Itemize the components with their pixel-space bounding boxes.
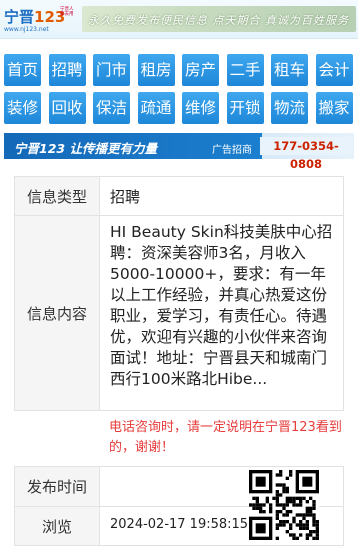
nav-row1-item-7[interactable]: 会计	[315, 54, 353, 86]
nav-row1-item-4[interactable]: 房产	[182, 54, 219, 86]
contact-tip: 电话咨询时，请一定说明在宁晋123看到的，谢谢！	[109, 420, 342, 455]
qr-code-icon	[249, 470, 319, 540]
nav-row2-item-4[interactable]: 维修	[182, 92, 219, 124]
publish-label: 发布时间	[15, 467, 100, 506]
nav-row1-item-1[interactable]: 招聘	[48, 54, 86, 86]
nav-row2-item-7[interactable]: 搬家	[315, 92, 353, 124]
logo-slogan: 宁晋人 都去用	[60, 7, 74, 17]
nav-row2-item-2[interactable]: 保洁	[93, 92, 130, 124]
views-label: 浏览	[15, 507, 100, 545]
content-label: 信息内容	[15, 216, 100, 410]
type-label: 信息类型	[15, 177, 100, 215]
type-row: 信息类型 招聘	[14, 176, 344, 216]
site-logo[interactable]: 宁晋123 宁晋人 都去用 www.nj123.net	[4, 6, 76, 34]
logo-brand: 宁晋123	[4, 8, 66, 26]
logo-domain: www.nj123.net	[4, 26, 49, 33]
content-value: HI Beauty Skin科技美肤中心招聘：资深美容师3名，月收入5000-1…	[110, 223, 333, 388]
ad-slogan: 宁晋123 让传播更有力量	[14, 141, 157, 156]
nav-row2-item-5[interactable]: 开锁	[226, 92, 264, 124]
nav-row1-item-6[interactable]: 租车	[271, 54, 308, 86]
header-banner: 永久免费发布便民信息 点天期合 真诚为百姓服务	[82, 6, 356, 32]
nav-row1-item-3[interactable]: 租房	[137, 54, 175, 86]
nav-row1-item-5[interactable]: 二手	[226, 54, 264, 86]
nav-row2-item-0[interactable]: 装修	[4, 92, 41, 124]
publish-time-value: 2024-02-17 19:58:15	[110, 517, 249, 532]
content-row: 信息内容 HI Beauty Skin科技美肤中心招聘：资深美容师3名，月收入5…	[14, 215, 344, 411]
nav-row2-item-3[interactable]: 疏通	[137, 92, 175, 124]
nav-row2-item-1[interactable]: 回收	[48, 92, 86, 124]
ad-tag: 广告招商	[212, 145, 252, 156]
nav-row2-item-6[interactable]: 物流	[271, 92, 308, 124]
banner-text: 永久免费发布便民信息 点天期合 真诚为百姓服务	[88, 14, 349, 27]
top-header: 宁晋123 宁晋人 都去用 www.nj123.net 永久免费发布便民信息 点…	[0, 0, 358, 39]
ad-banner[interactable]: 宁晋123 让传播更有力量 广告招商 177-0354-0808	[4, 133, 354, 171]
ad-phone[interactable]: 177-0354-0808	[260, 137, 352, 171]
nav-row1-item-2[interactable]: 门市	[93, 54, 130, 86]
type-value: 招聘	[110, 188, 141, 206]
nav-row1-item-0[interactable]: 首页	[4, 54, 41, 86]
